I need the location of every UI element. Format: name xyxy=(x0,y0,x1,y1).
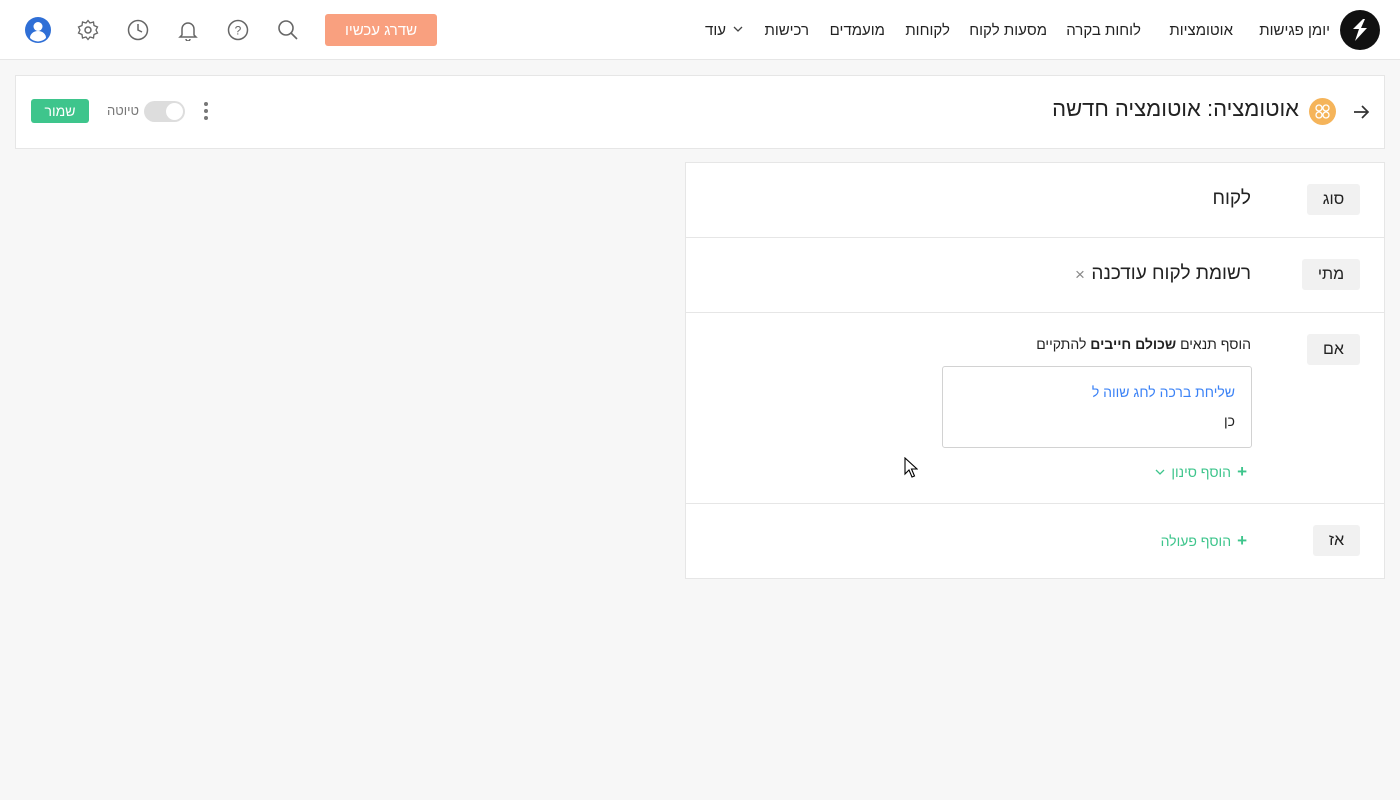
nav-item-dashboards[interactable]: לוחות בקרה xyxy=(1066,0,1141,60)
condition-value: כן xyxy=(1224,413,1235,429)
save-button[interactable]: שמור xyxy=(31,99,89,123)
nav-item-automations[interactable]: אוטומציות xyxy=(1169,0,1233,60)
mouse-cursor-icon xyxy=(904,456,919,484)
plus-icon: + xyxy=(1237,531,1247,550)
help-icon[interactable]: ? xyxy=(226,18,250,42)
svg-text:?: ? xyxy=(235,24,242,38)
conditions-intro: הוסף תנאים שכולם חייבים להתקיים xyxy=(1036,336,1251,352)
then-tag: אז xyxy=(1313,525,1360,556)
add-action-button[interactable]: הוסף פעולה + xyxy=(1161,531,1247,551)
nav-item-candidates[interactable]: מועמדים xyxy=(830,0,885,60)
nav-item-purchases[interactable]: רכישות xyxy=(764,0,809,60)
automation-icon xyxy=(1309,98,1336,125)
toggle-knob xyxy=(166,103,183,120)
type-tag: סוג xyxy=(1307,184,1360,215)
if-tag: אם xyxy=(1307,334,1360,365)
app-logo-icon[interactable] xyxy=(1340,10,1380,50)
nav-item-customers[interactable]: לקוחות xyxy=(905,0,950,60)
top-navigation-bar: יומן פגישות אוטומציות לוחות בקרה מסעות ל… xyxy=(0,0,1400,60)
add-filter-label: הוסף סינון xyxy=(1171,464,1232,480)
back-arrow-icon[interactable] xyxy=(1350,101,1372,123)
then-row: אז הוסף פעולה + xyxy=(686,504,1384,579)
more-options-icon[interactable] xyxy=(203,102,209,120)
automation-header: אוטומציה: אוטומציה חדשה שמור טיוטה xyxy=(15,75,1385,149)
nav-item-customer-journeys[interactable]: מסעות לקוח xyxy=(969,0,1047,60)
nav-more-dropdown[interactable]: עוד xyxy=(705,0,744,60)
add-filter-button[interactable]: הוסף סינון + xyxy=(1155,462,1247,482)
type-value[interactable]: לקוח xyxy=(1212,188,1251,210)
bell-icon[interactable] xyxy=(176,18,200,42)
when-row: מתי רשומת לקוח עודכנה × xyxy=(686,238,1384,313)
clock-icon[interactable] xyxy=(126,18,150,42)
chevron-down-icon xyxy=(732,22,744,39)
trigger-value[interactable]: רשומת לקוח עודכנה xyxy=(1091,263,1251,285)
draft-toggle[interactable] xyxy=(144,101,185,122)
condition-field[interactable]: שליחת ברכה לחג שווה ל xyxy=(1092,384,1235,400)
condition-card[interactable]: שליחת ברכה לחג שווה ל כן xyxy=(942,366,1252,448)
draft-label: טיוטה xyxy=(107,103,139,118)
nav-more-label: עוד xyxy=(705,21,726,39)
add-action-label: הוסף פעולה xyxy=(1160,533,1232,549)
gear-icon[interactable] xyxy=(76,18,100,42)
upgrade-button[interactable]: שדרג עכשיו xyxy=(325,14,437,46)
page-title: אוטומציה: אוטומציה חדשה xyxy=(1052,96,1299,121)
user-avatar-icon[interactable] xyxy=(24,16,52,44)
automation-builder: סוג לקוח מתי רשומת לקוח עודכנה × אם הוסף… xyxy=(685,162,1385,579)
type-row: סוג לקוח xyxy=(686,163,1384,238)
when-tag: מתי xyxy=(1302,259,1360,290)
if-row: אם הוסף תנאים שכולם חייבים להתקיים שליחת… xyxy=(686,313,1384,504)
search-icon[interactable] xyxy=(276,18,300,42)
nav-item-meetings[interactable]: יומן פגישות xyxy=(1259,0,1330,60)
chevron-down-icon xyxy=(1155,464,1165,480)
plus-icon: + xyxy=(1237,462,1247,481)
clear-trigger-icon[interactable]: × xyxy=(1075,265,1085,285)
